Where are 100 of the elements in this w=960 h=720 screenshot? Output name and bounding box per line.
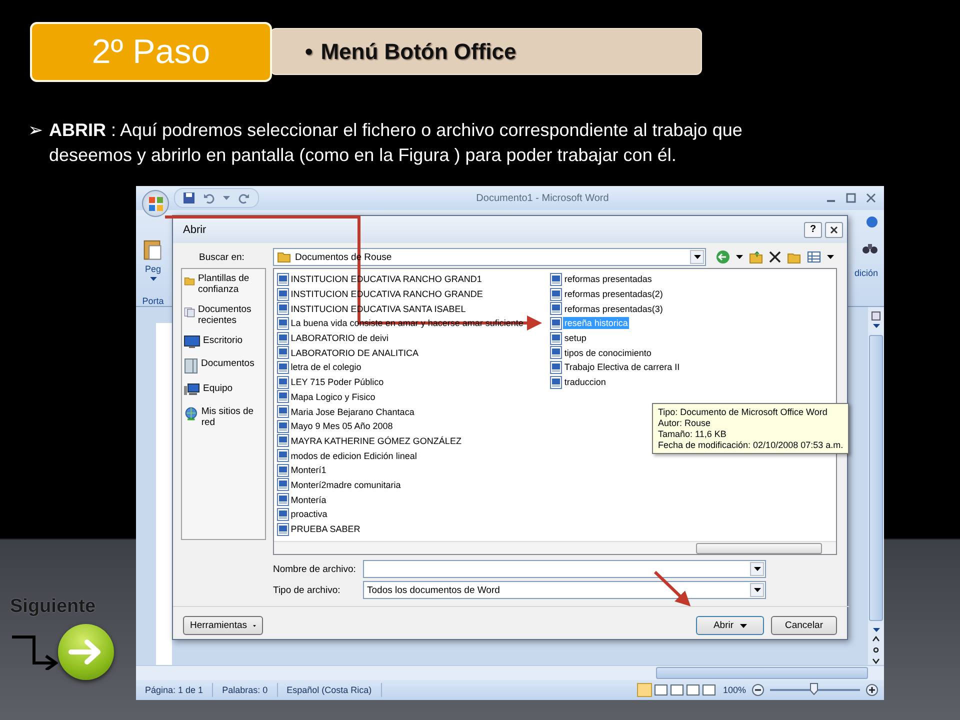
file-item[interactable]: PRUEBA SABER [290, 523, 362, 536]
save-icon[interactable] [183, 192, 195, 204]
places-item[interactable]: Documentos [184, 358, 263, 374]
places-item[interactable]: Mis sitios de red [184, 406, 263, 428]
file-item[interactable]: reformas presentadas(2) [563, 288, 664, 300]
document-icon [276, 376, 289, 389]
file-type-dropdown[interactable]: Todos los documentos de Word [363, 581, 766, 599]
file-type-label: Tipo de archivo: [273, 584, 342, 596]
status-item: Página: 1 de 1 [136, 683, 214, 697]
file-item[interactable]: Trabajo Electiva de carrera II [563, 361, 681, 374]
zoom-out-icon[interactable] [752, 684, 764, 696]
document-icon [550, 346, 562, 360]
scroll-thumb[interactable] [656, 667, 868, 679]
file-item[interactable]: Monterí1 [290, 464, 328, 476]
close-icon [830, 226, 838, 234]
caret-icon [150, 277, 156, 281]
open-button[interactable]: Abrir [696, 616, 764, 635]
file-item[interactable]: LEY 715 Poder Público [290, 376, 385, 388]
file-item[interactable]: traduccion [563, 376, 607, 388]
editing-button[interactable]: dición [854, 268, 878, 278]
caret-icon [223, 196, 230, 200]
file-item[interactable]: LABORATORIO de deivi [290, 332, 390, 344]
scroll-thumb[interactable] [869, 335, 883, 621]
view-buttons-icon[interactable] [636, 683, 717, 697]
file-item[interactable]: Montería [290, 494, 328, 506]
up-folder-icon[interactable] [749, 250, 763, 264]
document-icon [276, 434, 289, 448]
maximize-icon[interactable] [846, 193, 856, 203]
file-item[interactable]: Maria Jose Bejarano Chantaca [290, 406, 416, 418]
caret-icon [740, 624, 747, 628]
document-icon [276, 478, 289, 492]
next-label: Siguiente [10, 596, 97, 618]
browse-icon[interactable] [872, 635, 880, 665]
places-item[interactable]: Escritorio [184, 335, 263, 349]
places-item[interactable]: Documentos recientes [184, 304, 263, 326]
document-icon [276, 288, 289, 301]
cancel-button[interactable]: Cancelar [771, 616, 837, 635]
zoom-in-icon[interactable] [866, 684, 878, 696]
close-icon[interactable] [866, 193, 876, 203]
tools-button[interactable]: Herramientas [183, 616, 263, 635]
file-item[interactable]: tipos de conocimiento [563, 346, 652, 359]
back-icon[interactable] [716, 250, 730, 264]
places-item[interactable]: Plantillas de confianza [184, 273, 263, 295]
dialog-title: Abrir [183, 224, 208, 236]
document-icon [276, 420, 289, 433]
caret-icon [736, 255, 743, 259]
views-icon[interactable] [807, 250, 821, 264]
caret-icon [754, 588, 760, 592]
places-item[interactable]: Equipo [184, 383, 263, 397]
document-icon [550, 332, 562, 345]
file-name-field[interactable] [363, 560, 766, 578]
caret-icon [872, 628, 880, 632]
file-item[interactable]: Monterí2madre comunitaria [290, 478, 402, 491]
computer-icon [184, 383, 200, 397]
file-item[interactable]: proactiva [290, 508, 328, 520]
document-icon [276, 449, 289, 462]
bullet: • [305, 38, 313, 64]
file-item[interactable]: reformas presentadas(3) [563, 302, 664, 315]
clipboard-icon[interactable] [143, 238, 163, 262]
binoculars-icon[interactable] [862, 242, 878, 254]
document-icon [550, 376, 562, 389]
document-icon [276, 332, 289, 345]
status-item: Español (Costa Rica) [278, 683, 382, 697]
pointer-arrow [654, 570, 691, 606]
file-item[interactable]: reformas presentadas [563, 273, 653, 286]
document-icon [276, 405, 289, 418]
file-item[interactable]: setup [563, 332, 588, 344]
delete-icon[interactable] [769, 251, 781, 263]
tooltip-line: Tipo: Documento de Microsoft Office Word [658, 407, 828, 417]
document-icon [550, 288, 562, 301]
document-icon [276, 302, 289, 316]
close-button[interactable] [825, 222, 843, 238]
paste-button[interactable]: Peg [144, 264, 161, 274]
zoom-slider-thumb[interactable] [810, 683, 818, 695]
file-item[interactable]: letra de el colegio [290, 361, 362, 374]
tooltip-line: Tamaño: 11,6 KB [658, 429, 728, 439]
caret-icon [754, 567, 760, 571]
caret-icon [253, 624, 256, 628]
document-icon [276, 493, 289, 506]
scroll-thumb[interactable] [696, 542, 822, 554]
file-item[interactable]: Mayo 9 Mes 05 Año 2008 [290, 420, 394, 432]
zoom-level: 100% [722, 685, 746, 695]
description-text: ABRIR : Aquí podremos seleccionar el fichero o archivo correspondiente al trabajo que deseemos y abrirlo en pantalla (como en la Figura ) para poder trabajar con él. [49, 119, 744, 167]
file-item[interactable]: modos de edicion Edición lineal [290, 450, 418, 462]
document-icon [276, 522, 289, 536]
step-badge: 2º Paso [30, 22, 272, 82]
document-icon [550, 316, 562, 330]
help-button[interactable]: ? [804, 222, 822, 238]
caret-icon [872, 324, 880, 328]
document-icon [550, 272, 562, 286]
document-icon [550, 302, 562, 316]
monitor-icon [184, 335, 200, 349]
next-button[interactable] [58, 624, 114, 680]
tooltip-line: Autor: Rouse [658, 418, 712, 428]
undo-icon[interactable] [203, 192, 215, 204]
file-item[interactable]: Mapa Logico y Fisico [290, 390, 376, 403]
redo-icon[interactable] [238, 192, 250, 204]
group-label: Porta [142, 296, 164, 306]
file-item[interactable]: MAYRA KATHERINE GÓMEZ GONZÁLEZ [290, 434, 462, 447]
file-item[interactable]: LABORATORIO DE ANALITICA [290, 346, 420, 359]
